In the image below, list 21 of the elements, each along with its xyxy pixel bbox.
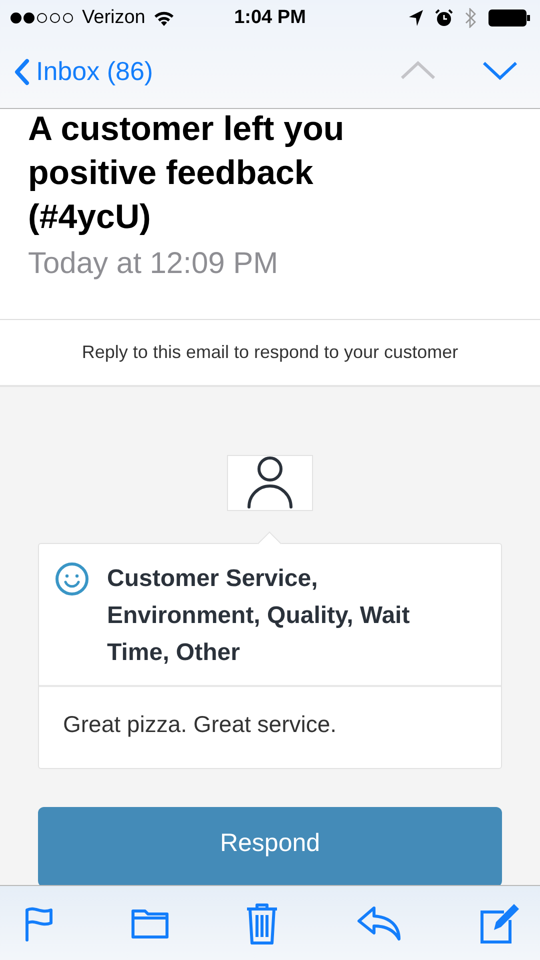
feedback-comment: Great pizza. Great service.	[62, 710, 338, 739]
back-chevron-icon	[14, 58, 30, 86]
signal-icon	[10, 12, 74, 24]
trash-icon[interactable]	[245, 901, 279, 945]
back-button[interactable]: Inbox (86)	[14, 56, 154, 87]
alarm-icon	[435, 8, 453, 26]
battery-icon	[488, 8, 530, 26]
person-icon	[247, 456, 293, 510]
carrier-name: Verizon	[82, 6, 146, 28]
clock-time: 1:04 PM	[234, 6, 306, 28]
smiley-icon	[55, 562, 89, 596]
wifi-icon	[153, 10, 176, 26]
bluetooth-icon	[465, 8, 476, 28]
location-arrow-icon	[409, 10, 423, 26]
feedback-categories: Customer Service, Environment, Quality, Wait Time, Other	[107, 564, 411, 668]
email-date: Today at 12:09 PM	[27, 246, 280, 282]
compose-icon[interactable]	[478, 902, 520, 944]
email-subject: A customer left you positive feedback (#4ycU)	[27, 109, 346, 238]
respond-button[interactable]: Respond	[38, 807, 502, 885]
folder-icon[interactable]	[130, 907, 168, 939]
reply-icon[interactable]	[356, 905, 402, 941]
